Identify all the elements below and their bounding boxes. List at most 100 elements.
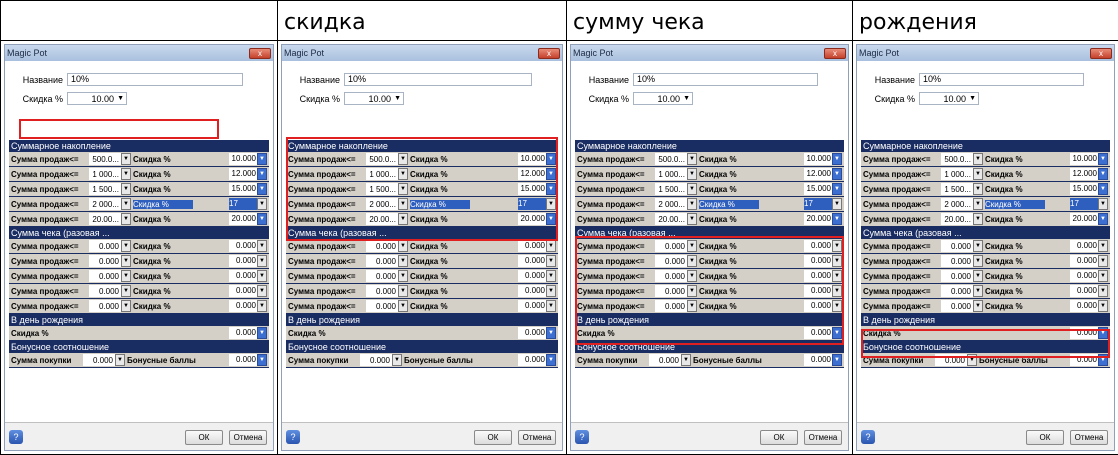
bonus-points-value[interactable]: 0.000: [229, 354, 257, 366]
sales-limit-value[interactable]: 2 000...: [366, 198, 398, 210]
discount-select[interactable]: 10.00 ▼: [919, 92, 979, 105]
discount-percent-value[interactable]: 12.000: [229, 168, 257, 180]
discount-percent-value[interactable]: 0.000: [1070, 270, 1098, 282]
chevron-down-icon[interactable]: ▼: [546, 183, 556, 195]
chevron-down-icon[interactable]: ▼: [257, 300, 267, 312]
discount-percent-value[interactable]: 15.000: [1070, 183, 1098, 195]
sales-limit-value[interactable]: 0.000: [655, 270, 687, 282]
chevron-down-icon[interactable]: ▼: [973, 153, 983, 165]
discount-percent-value[interactable]: 0.000: [518, 240, 546, 252]
chevron-down-icon[interactable]: ▼: [257, 198, 267, 210]
discount-percent-value[interactable]: 15.000: [518, 183, 546, 195]
chevron-down-icon[interactable]: ▼: [973, 285, 983, 297]
discount-percent-value[interactable]: 17: [804, 198, 832, 210]
sales-limit-value[interactable]: 20.00...: [941, 213, 973, 225]
cancel-button[interactable]: Отмена: [1070, 430, 1108, 445]
sales-limit-value[interactable]: 0.000: [366, 300, 398, 312]
sales-limit-value[interactable]: 500.0...: [366, 153, 398, 165]
chevron-down-icon[interactable]: ▼: [257, 327, 267, 339]
chevron-down-icon[interactable]: ▼: [121, 213, 131, 225]
chevron-down-icon[interactable]: ▼: [687, 153, 697, 165]
bonus-purchase-value[interactable]: 0.000: [935, 354, 967, 366]
discount-percent-value[interactable]: 12.000: [518, 168, 546, 180]
discount-percent-value[interactable]: 0.000: [804, 300, 832, 312]
chevron-down-icon[interactable]: ▼: [1098, 255, 1108, 267]
discount-percent-value[interactable]: 0.000: [1070, 240, 1098, 252]
sales-limit-value[interactable]: 0.000: [941, 285, 973, 297]
chevron-down-icon[interactable]: ▼: [832, 198, 842, 210]
chevron-down-icon[interactable]: ▼: [967, 354, 977, 366]
birthday-value[interactable]: 0.000: [804, 327, 832, 339]
chevron-down-icon[interactable]: ▼: [973, 270, 983, 282]
discount-percent-value[interactable]: 0.000: [518, 255, 546, 267]
discount-percent-value[interactable]: 10.000: [518, 153, 546, 165]
sales-limit-value[interactable]: 1 000...: [941, 168, 973, 180]
sales-limit-value[interactable]: 0.000: [366, 270, 398, 282]
chevron-down-icon[interactable]: ▼: [121, 270, 131, 282]
sales-limit-value[interactable]: 0.000: [941, 300, 973, 312]
discount-percent-value[interactable]: 15.000: [804, 183, 832, 195]
chevron-down-icon[interactable]: ▼: [832, 168, 842, 180]
help-icon[interactable]: ?: [861, 430, 875, 444]
chevron-down-icon[interactable]: ▼: [257, 213, 267, 225]
chevron-down-icon[interactable]: ▼: [546, 255, 556, 267]
chevron-down-icon[interactable]: ▼: [121, 285, 131, 297]
discount-percent-value[interactable]: 10.000: [804, 153, 832, 165]
birthday-value[interactable]: 0.000: [229, 327, 257, 339]
chevron-down-icon[interactable]: ▼: [832, 213, 842, 225]
chevron-down-icon[interactable]: ▼: [1098, 168, 1108, 180]
chevron-down-icon[interactable]: ▼: [546, 270, 556, 282]
chevron-down-icon[interactable]: ▼: [973, 300, 983, 312]
chevron-down-icon[interactable]: ▼: [832, 153, 842, 165]
discount-percent-value[interactable]: 20.000: [518, 213, 546, 225]
ok-button[interactable]: ОК: [1026, 430, 1064, 445]
sales-limit-value[interactable]: 1 500...: [941, 183, 973, 195]
sales-limit-value[interactable]: 0.000: [366, 240, 398, 252]
chevron-down-icon[interactable]: ▼: [398, 168, 408, 180]
chevron-down-icon[interactable]: ▼: [546, 327, 556, 339]
name-input[interactable]: 10%: [919, 73, 1084, 86]
sales-limit-value[interactable]: 2 000...: [941, 198, 973, 210]
discount-percent-value[interactable]: 12.000: [804, 168, 832, 180]
ok-button[interactable]: ОК: [474, 430, 512, 445]
sales-limit-value[interactable]: 2 000...: [655, 198, 687, 210]
chevron-down-icon[interactable]: ▼: [973, 255, 983, 267]
chevron-down-icon[interactable]: ▼: [1098, 285, 1108, 297]
chevron-down-icon[interactable]: ▼: [832, 285, 842, 297]
sales-limit-value[interactable]: 0.000: [655, 285, 687, 297]
chevron-down-icon[interactable]: ▼: [121, 153, 131, 165]
discount-percent-value[interactable]: 10.000: [229, 153, 257, 165]
chevron-down-icon[interactable]: ▼: [1098, 327, 1108, 339]
chevron-down-icon[interactable]: ▼: [546, 285, 556, 297]
sales-limit-value[interactable]: 0.000: [89, 270, 121, 282]
chevron-down-icon[interactable]: ▼: [1098, 213, 1108, 225]
chevron-down-icon[interactable]: ▼: [1098, 300, 1108, 312]
bonus-purchase-value[interactable]: 0.000: [360, 354, 392, 366]
discount-percent-value[interactable]: 17: [229, 198, 257, 210]
cancel-button[interactable]: Отмена: [518, 430, 556, 445]
cancel-button[interactable]: Отмена: [804, 430, 842, 445]
sales-limit-value[interactable]: 0.000: [941, 240, 973, 252]
discount-percent-value[interactable]: 0.000: [1070, 255, 1098, 267]
discount-percent-value[interactable]: 0.000: [229, 285, 257, 297]
sales-limit-value[interactable]: 20.00...: [89, 213, 121, 225]
name-input[interactable]: 10%: [633, 73, 818, 86]
help-icon[interactable]: ?: [286, 430, 300, 444]
chevron-down-icon[interactable]: ▼: [546, 300, 556, 312]
sales-limit-value[interactable]: 0.000: [655, 300, 687, 312]
discount-percent-value[interactable]: 0.000: [1070, 285, 1098, 297]
chevron-down-icon[interactable]: ▼: [832, 270, 842, 282]
chevron-down-icon[interactable]: ▼: [973, 213, 983, 225]
chevron-down-icon[interactable]: ▼: [257, 255, 267, 267]
chevron-down-icon[interactable]: ▼: [973, 240, 983, 252]
chevron-down-icon[interactable]: ▼: [546, 153, 556, 165]
sales-limit-value[interactable]: 1 000...: [366, 168, 398, 180]
chevron-down-icon[interactable]: ▼: [973, 198, 983, 210]
chevron-down-icon[interactable]: ▼: [121, 198, 131, 210]
sales-limit-value[interactable]: 20.00...: [655, 213, 687, 225]
bonus-purchase-value[interactable]: 0.000: [83, 354, 115, 366]
chevron-down-icon[interactable]: ▼: [398, 300, 408, 312]
discount-percent-value[interactable]: 10.000: [1070, 153, 1098, 165]
sales-limit-value[interactable]: 0.000: [89, 255, 121, 267]
sales-limit-value[interactable]: 2 000...: [89, 198, 121, 210]
